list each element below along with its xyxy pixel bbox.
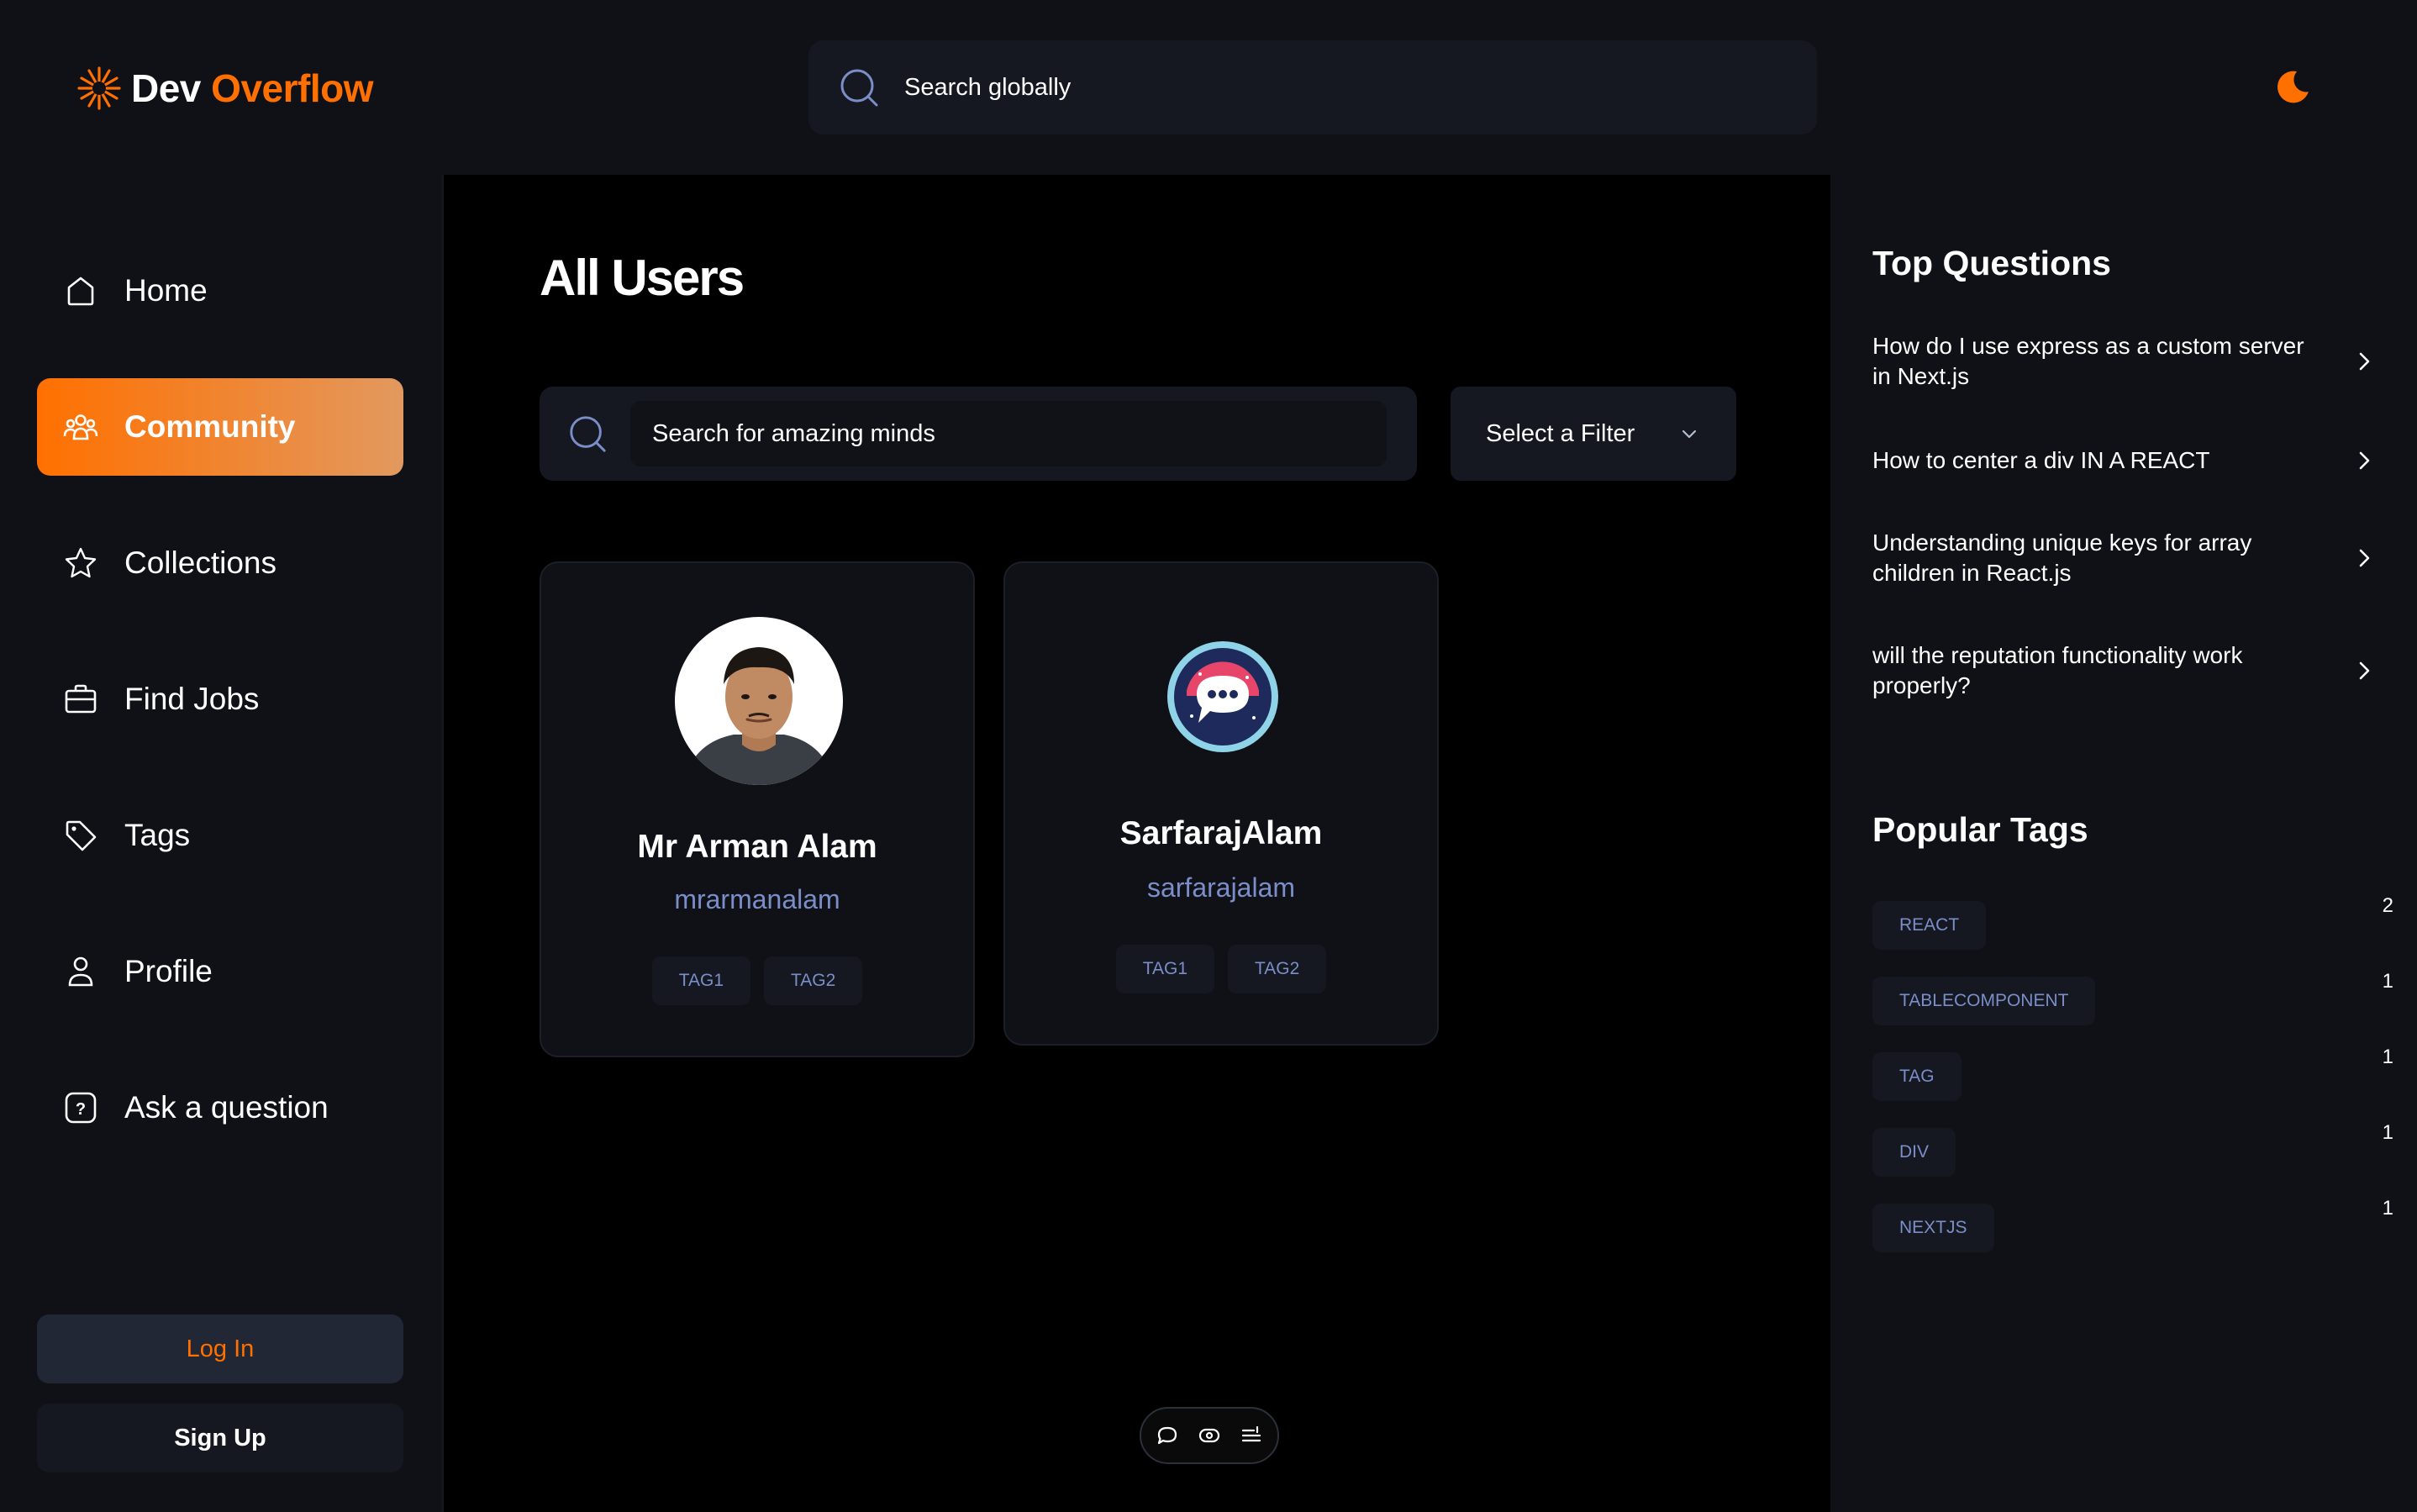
- user-search: [540, 387, 1417, 481]
- home-icon: [67, 277, 94, 306]
- comment-icon[interactable]: [1156, 1424, 1179, 1447]
- popular-tags-title: Popular Tags: [1872, 810, 2088, 849]
- tag-icon: [66, 820, 97, 851]
- popular-tag-item[interactable]: NEXTJS 1: [1872, 1197, 2393, 1254]
- sidebar-item-label: Profile: [124, 954, 213, 988]
- tag-badge: DIV: [1872, 1128, 1956, 1177]
- main-content: All Users Select a Filter: [445, 175, 1829, 1512]
- login-button[interactable]: Log In: [37, 1314, 403, 1383]
- chat-bubble-logo-icon: [1167, 641, 1278, 752]
- tag-count: 1: [2382, 1197, 2393, 1220]
- sidebar-item-label: Collections: [124, 545, 276, 580]
- users-icon: [63, 414, 98, 440]
- eye-icon[interactable]: [1198, 1424, 1221, 1447]
- right-sidebar: Top Questions How do I use express as a …: [1830, 175, 2417, 1512]
- user-card[interactable]: SarfarajAlam sarfarajalam TAG1 TAG2: [1003, 561, 1439, 1046]
- top-question-item[interactable]: How to center a div IN A REACT: [1872, 445, 2377, 476]
- tag-badge[interactable]: TAG1: [1115, 945, 1214, 993]
- moon-icon: [2277, 71, 2309, 103]
- briefcase-icon: [65, 684, 97, 714]
- avatar: [1166, 640, 1279, 753]
- sidebar-item-label: Home: [124, 273, 208, 308]
- floating-toolbar: [1140, 1407, 1279, 1464]
- tag-badge[interactable]: TAG1: [651, 956, 750, 1005]
- tag-count: 1: [2382, 970, 2393, 993]
- question-title: How to center a div IN A REACT: [1872, 447, 2210, 473]
- user-username: sarfarajalam: [1146, 872, 1296, 903]
- filter-select[interactable]: Select a Filter: [1451, 387, 1736, 481]
- theme-toggle[interactable]: [2269, 64, 2316, 111]
- top-questions-title: Top Questions: [1872, 244, 2111, 282]
- list-icon[interactable]: [1240, 1424, 1263, 1447]
- tag-badge[interactable]: TAG2: [764, 956, 863, 1005]
- sidebar-item-ask-question[interactable]: ? Ask a question: [37, 1059, 403, 1156]
- top-question-item[interactable]: Understanding unique keys for array chil…: [1872, 528, 2377, 588]
- chevron-down-icon: [1682, 429, 1697, 439]
- sunburst-logo-icon: [77, 66, 121, 110]
- popular-tag-item[interactable]: DIV 1: [1872, 1121, 2393, 1178]
- global-search-input[interactable]: [903, 72, 1659, 103]
- user-tags: TAG1 TAG2: [1005, 945, 1437, 993]
- svg-text:?: ?: [76, 1100, 86, 1119]
- user-search-input[interactable]: [650, 419, 1365, 449]
- user-card[interactable]: Mr Arman Alam mrarmanalam TAG1 TAG2: [540, 561, 975, 1057]
- question-title: How do I use express as a custom server …: [1872, 333, 2304, 389]
- tag-count: 1: [2382, 1121, 2393, 1144]
- sidebar-item-collections[interactable]: Collections: [37, 514, 403, 612]
- user-name: SarfarajAlam: [1119, 815, 1323, 851]
- chevron-right-icon: [2359, 451, 2370, 470]
- page-title: All Users: [540, 250, 745, 306]
- user-username: mrarmanalam: [674, 884, 840, 914]
- filter-select-label: Select a Filter: [1486, 419, 1635, 447]
- global-search: [808, 40, 1817, 134]
- tag-badge[interactable]: TAG2: [1228, 945, 1327, 993]
- search-icon: [840, 69, 878, 107]
- sidebar-item-label: Community: [124, 409, 296, 444]
- logo-text-overflow: Overflow: [211, 66, 373, 110]
- sidebar-item-label: Tags: [124, 818, 191, 852]
- popular-tag-item[interactable]: REACT 2: [1872, 894, 2393, 951]
- tag-badge: NEXTJS: [1872, 1204, 1994, 1252]
- sidebar-item-label: Find Jobs: [124, 682, 260, 716]
- user-icon: [68, 956, 93, 987]
- sidebar-item-tags[interactable]: Tags: [37, 787, 403, 884]
- sidebar-item-community[interactable]: Community: [37, 378, 403, 476]
- user-search-field: [630, 401, 1387, 466]
- popular-tag-item[interactable]: TABLECOMPONENT 1: [1872, 970, 2393, 1027]
- tag-badge: REACT: [1872, 901, 1987, 950]
- star-icon: [65, 547, 97, 578]
- tag-badge: TABLECOMPONENT: [1872, 977, 2096, 1025]
- search-icon: [570, 416, 606, 452]
- tag-badge: TAG: [1872, 1052, 1962, 1101]
- left-sidebar: Home Community Collections Find Jobs Tag…: [0, 175, 444, 1512]
- sidebar-item-find-jobs[interactable]: Find Jobs: [37, 651, 403, 748]
- top-question-item[interactable]: How do I use express as a custom server …: [1872, 331, 2377, 392]
- logo-text-dev: Dev: [131, 66, 201, 110]
- question-title: Understanding unique keys for array chil…: [1872, 529, 2252, 586]
- logo[interactable]: Dev Overflow: [76, 59, 373, 118]
- popular-tag-item[interactable]: TAG 1: [1872, 1046, 2393, 1103]
- signup-button[interactable]: Sign Up: [37, 1404, 403, 1472]
- top-question-item[interactable]: will the reputation functionality work p…: [1872, 640, 2377, 701]
- question-icon: ?: [65, 1092, 97, 1124]
- user-name: Mr Arman Alam: [637, 829, 877, 865]
- avatar-photo: [675, 617, 843, 785]
- sidebar-item-home[interactable]: Home: [37, 242, 403, 340]
- tag-count: 1: [2382, 1046, 2393, 1068]
- question-title: will the reputation functionality work p…: [1872, 642, 2243, 698]
- chevron-right-icon: [2359, 549, 2370, 567]
- sidebar-item-label: Ask a question: [124, 1090, 329, 1125]
- sidebar-item-profile[interactable]: Profile: [37, 923, 403, 1020]
- chevron-right-icon: [2359, 661, 2370, 680]
- top-navbar: Dev Overflow: [0, 0, 2417, 175]
- avatar: [675, 617, 843, 785]
- tag-count: 2: [2382, 894, 2393, 917]
- chevron-right-icon: [2359, 352, 2370, 371]
- user-tags: TAG1 TAG2: [541, 956, 973, 1005]
